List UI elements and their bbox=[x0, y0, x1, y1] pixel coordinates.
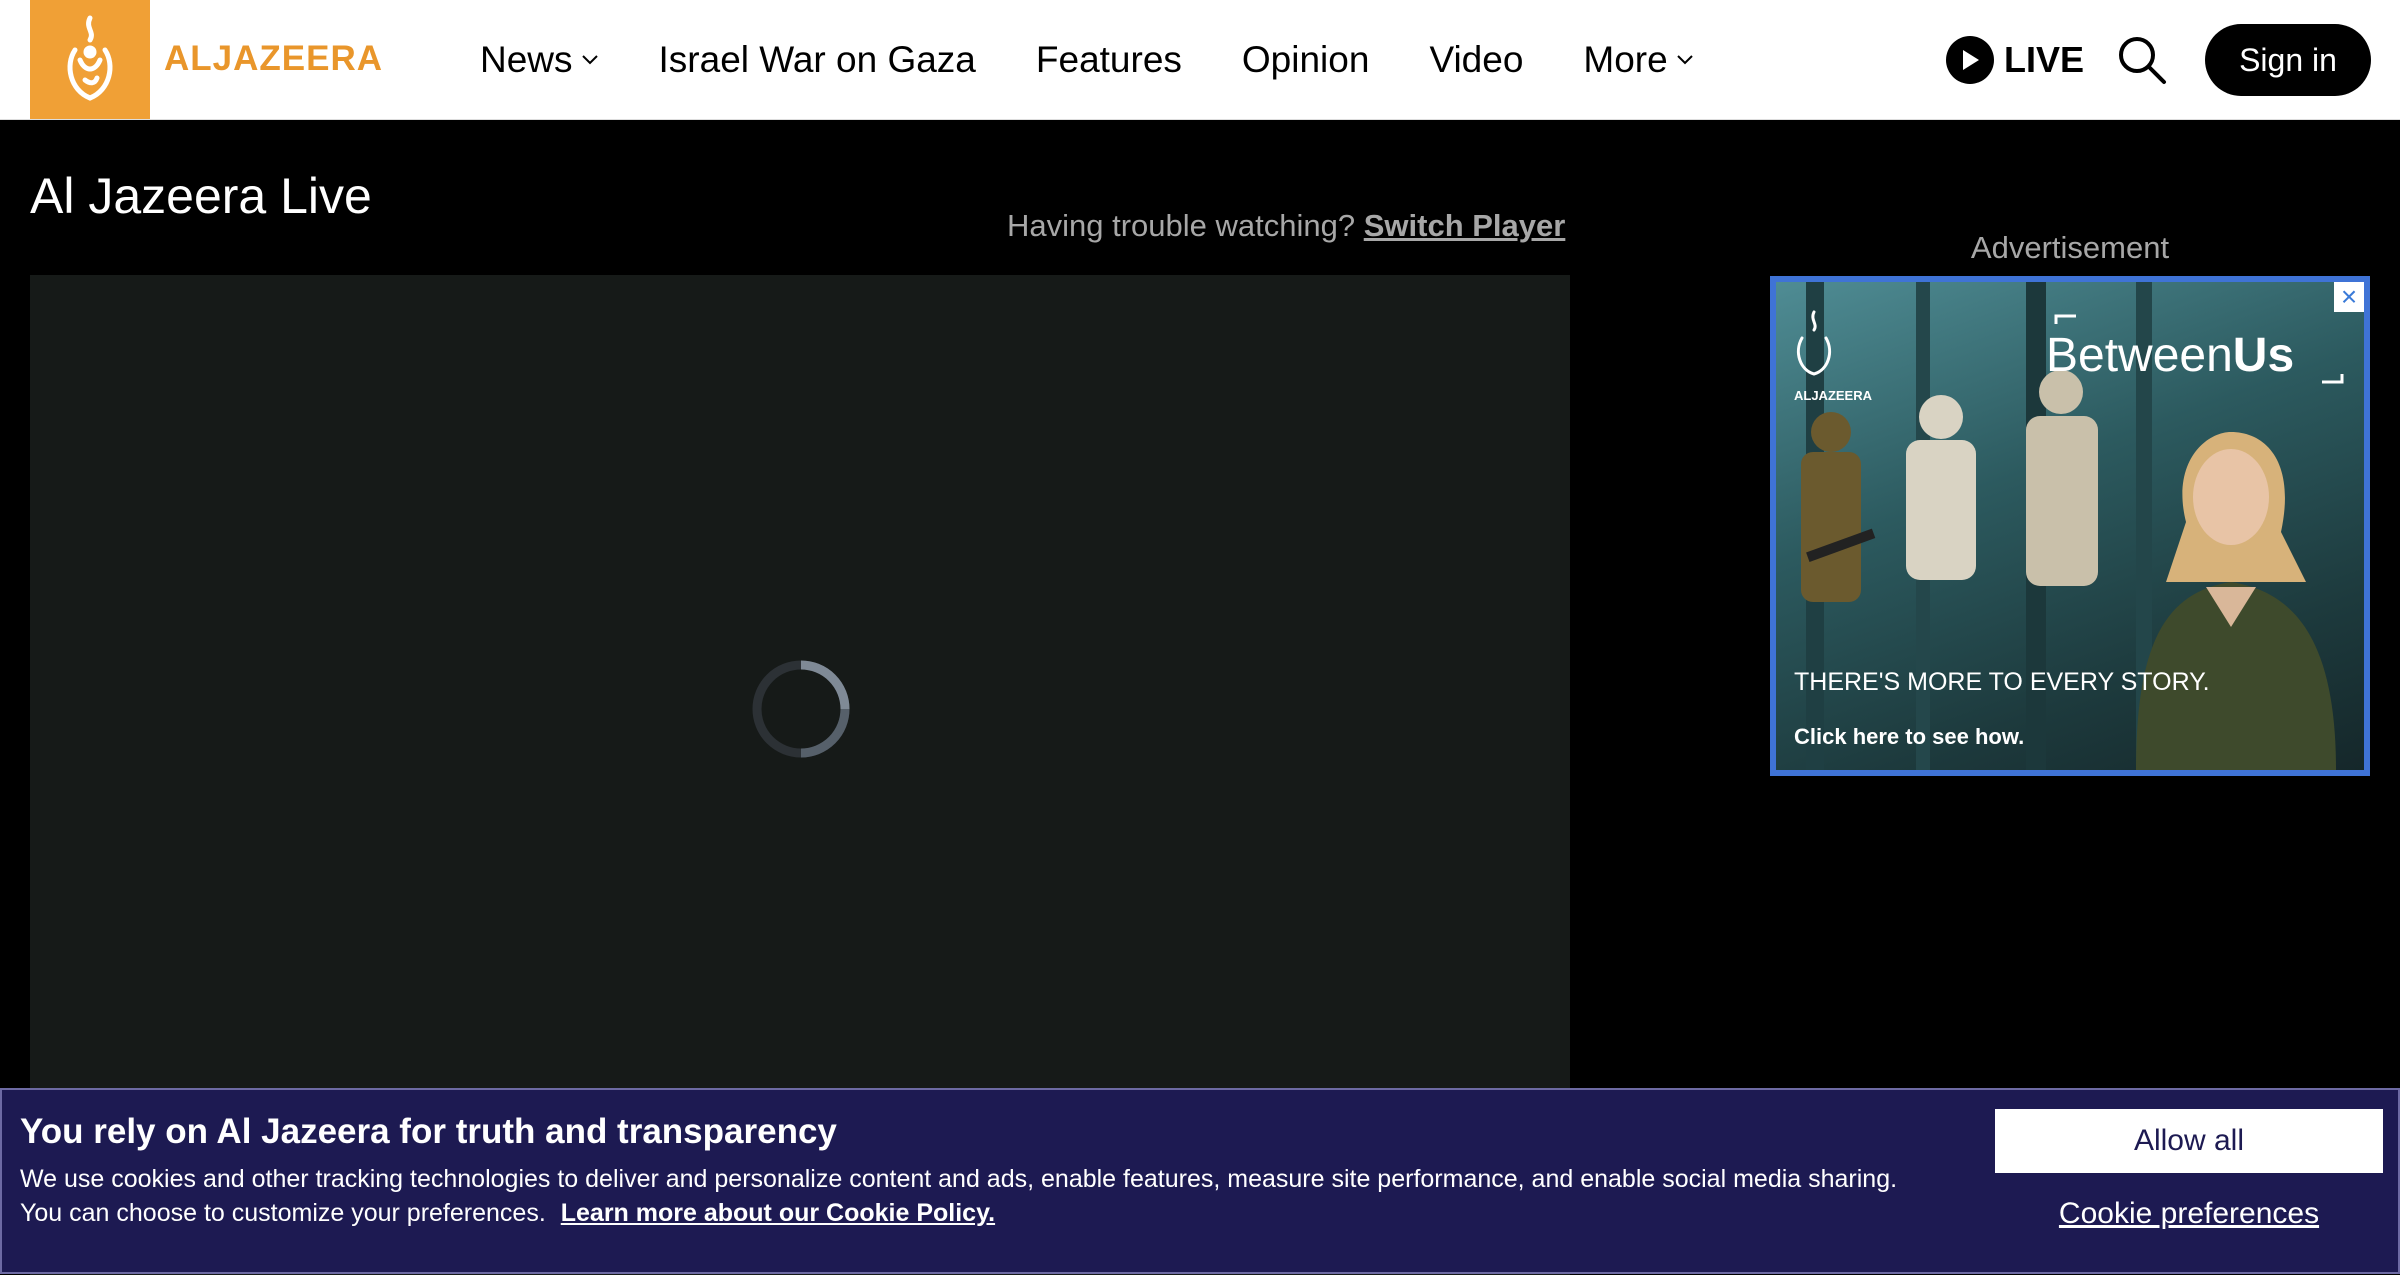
brand-wordmark[interactable]: ALJAZEERA bbox=[164, 38, 383, 80]
ad-cta-link[interactable]: Click here to see how. bbox=[1794, 724, 2024, 750]
nav-item-label: Israel War on Gaza bbox=[658, 38, 976, 80]
chevron-down-icon bbox=[1677, 54, 1693, 64]
nav-item-label: Video bbox=[1429, 38, 1524, 80]
nav-item-opinion[interactable]: Opinion bbox=[1242, 38, 1370, 82]
allow-all-button[interactable]: Allow all bbox=[1995, 1109, 2383, 1173]
loading-spinner-icon bbox=[752, 660, 850, 758]
player-trouble-notice: Having trouble watching? Switch Player bbox=[1007, 204, 1565, 248]
page-title: Al Jazeera Live bbox=[30, 168, 372, 224]
nav-item-label: Opinion bbox=[1241, 38, 1370, 80]
live-label: LIVE bbox=[2004, 39, 2085, 80]
search-button[interactable] bbox=[2116, 34, 2168, 86]
ad-close-button[interactable]: × bbox=[2334, 282, 2364, 312]
nav-item-video[interactable]: Video bbox=[1429, 38, 1523, 82]
ad-headline-part1: Between bbox=[2046, 329, 2233, 382]
ad-tagline: THERE'S MORE TO EVERY STORY. bbox=[1794, 668, 2210, 696]
site-header: ALJAZEERA News Israel War on Gaza Featur… bbox=[0, 0, 2400, 120]
close-icon: × bbox=[2340, 281, 2358, 312]
nav-item-israel-war-on-gaza[interactable]: Israel War on Gaza bbox=[659, 38, 976, 82]
aljazeera-calligraphy-logo-icon bbox=[67, 15, 113, 101]
live-link[interactable]: LIVE bbox=[1946, 36, 2084, 84]
nav-item-label: Features bbox=[1035, 38, 1182, 80]
sign-in-button[interactable]: Sign in bbox=[2205, 24, 2371, 96]
cookie-policy-link[interactable]: Learn more about our Cookie Policy. bbox=[561, 1199, 995, 1227]
ad-brand-label: ALJAZEERA bbox=[1794, 388, 1873, 403]
advertisement-banner[interactable]: × ALJAZEERA BetweenUs THERE'S MORE TO EV… bbox=[1770, 276, 2370, 776]
nav-item-more[interactable]: More bbox=[1583, 38, 1693, 82]
chevron-down-icon bbox=[581, 54, 598, 64]
main-nav: News Israel War on Gaza Features Opinion… bbox=[480, 0, 1754, 119]
switch-player-link[interactable]: Switch Player bbox=[1364, 208, 1566, 243]
cookie-consent-banner: You rely on Al Jazeera for truth and tra… bbox=[0, 1088, 2400, 1274]
nav-item-label: News bbox=[480, 38, 573, 80]
ad-headline: BetweenUs bbox=[2046, 328, 2294, 383]
advertisement-label: Advertisement bbox=[1970, 230, 2170, 265]
nav-item-features[interactable]: Features bbox=[1036, 38, 1182, 82]
ad-headline-part2: Us bbox=[2232, 329, 2295, 382]
search-icon bbox=[2119, 37, 2166, 84]
aljazeera-logo[interactable] bbox=[30, 0, 150, 119]
play-icon bbox=[1946, 36, 1994, 84]
cookie-description: We use cookies and other tracking techno… bbox=[20, 1162, 1920, 1230]
trouble-text: Having trouble watching? bbox=[1007, 208, 1356, 243]
cookie-preferences-link[interactable]: Cookie preferences bbox=[1995, 1190, 2383, 1238]
nav-item-label: More bbox=[1583, 38, 1668, 80]
nav-item-news[interactable]: News bbox=[480, 38, 599, 82]
cookie-title: You rely on Al Jazeera for truth and tra… bbox=[20, 1112, 837, 1151]
